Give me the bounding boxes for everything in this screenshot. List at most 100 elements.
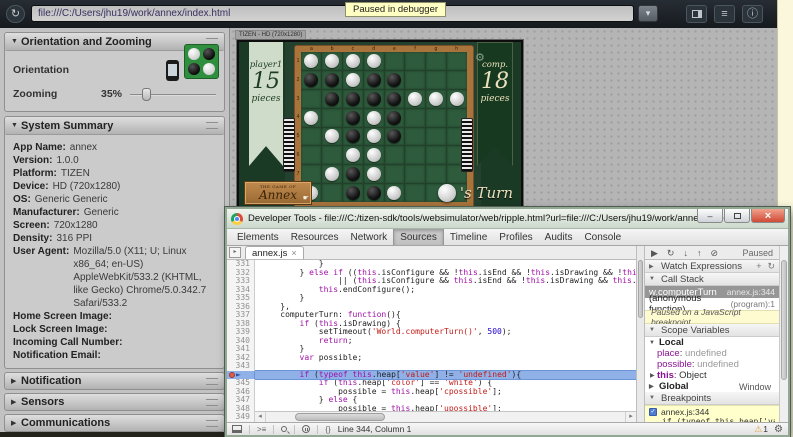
devtools-tab-network[interactable]: Network [345, 229, 394, 245]
devtools-tab-resources[interactable]: Resources [285, 229, 345, 245]
scope-variable[interactable]: ▶this: Object [645, 370, 779, 381]
devtools-tab-audits[interactable]: Audits [539, 229, 579, 245]
devtools-tab-profiles[interactable]: Profiles [493, 229, 538, 245]
board-cell-a3[interactable] [301, 90, 321, 108]
close-tab-icon[interactable]: × [291, 248, 296, 258]
sidebar-panel-communications[interactable]: ▶Communications [4, 414, 225, 432]
editor-panel-splitter[interactable] [636, 246, 645, 422]
board-cell-f2[interactable] [405, 71, 425, 89]
panel-scrollbar[interactable] [779, 246, 788, 422]
info-button[interactable]: ⓘ [742, 5, 763, 23]
board-cell-h1[interactable] [447, 52, 467, 70]
board-cell-d4[interactable] [364, 109, 384, 127]
board-cell-d8[interactable] [364, 184, 384, 202]
devtools-tab-timeline[interactable]: Timeline [444, 229, 493, 245]
board-cell-c4[interactable] [343, 109, 363, 127]
sidebar-panel-sensors[interactable]: ▶Sensors [4, 393, 225, 411]
board-cell-d6[interactable] [364, 146, 384, 164]
horizontal-scrollbar[interactable]: ◂ ▸ [255, 411, 636, 422]
splitter-thumb[interactable] [638, 260, 643, 318]
step-out-icon[interactable]: ↑ [697, 247, 702, 259]
scope-local-section[interactable]: ▼ Local [645, 337, 779, 348]
pause-on-exceptions-icon[interactable] [302, 425, 310, 433]
scope-variable[interactable]: possible: undefined [645, 359, 779, 370]
board-cell-b8[interactable] [322, 184, 342, 202]
board-cell-e2[interactable] [385, 71, 405, 89]
board-cell-b4[interactable] [322, 109, 342, 127]
error-warning-count[interactable]: ⚠ 1 [754, 424, 768, 435]
sidebar-panel-notification[interactable]: ▶Notification [4, 372, 225, 390]
board-cell-e1[interactable] [385, 52, 405, 70]
board-cell-a4[interactable] [301, 109, 321, 127]
board-cell-f6[interactable] [405, 146, 425, 164]
board-cell-f1[interactable] [405, 52, 425, 70]
board-cell-f8[interactable] [405, 184, 425, 202]
scroll-left-icon[interactable]: ◂ [255, 412, 266, 422]
board-cell-e3[interactable] [385, 90, 405, 108]
board-cell-c6[interactable] [343, 146, 363, 164]
board-cell-c1[interactable] [343, 52, 363, 70]
board-cell-e8[interactable] [385, 184, 405, 202]
board-cell-c7[interactable] [343, 165, 363, 183]
board-cell-e4[interactable] [385, 109, 405, 127]
resume-icon[interactable]: ▶ [651, 247, 658, 259]
add-watch-icon[interactable]: + [756, 261, 761, 272]
board-cell-a5[interactable] [301, 128, 321, 146]
scroll-right-icon[interactable]: ▸ [625, 412, 636, 422]
system-summary-header[interactable]: ▼ System Summary [5, 117, 224, 135]
reload-button[interactable]: ↻ [6, 5, 25, 23]
devtools-tab-elements[interactable]: Elements [231, 229, 285, 245]
deactivate-breakpoints-icon[interactable]: ⊘ [710, 247, 718, 259]
board-cell-a2[interactable] [301, 71, 321, 89]
breakpoint-entry[interactable]: ✓ annex.js:344 if (typeof this.heap['val… [645, 405, 779, 422]
board-cell-g5[interactable] [426, 128, 446, 146]
board-cell-g2[interactable] [426, 71, 446, 89]
board-cell-g3[interactable] [426, 90, 446, 108]
step-over-icon[interactable]: ↻ [667, 247, 675, 259]
board-cell-g4[interactable] [426, 109, 446, 127]
board-cell-d7[interactable] [364, 165, 384, 183]
board-cell-e5[interactable] [385, 128, 405, 146]
step-into-icon[interactable]: ↓ [683, 247, 688, 259]
close-button[interactable]: × [751, 209, 785, 223]
board-cell-d5[interactable] [364, 128, 384, 146]
board-cell-g7[interactable] [426, 165, 446, 183]
board-cell-h3[interactable] [447, 90, 467, 108]
zoom-slider[interactable] [130, 88, 216, 101]
board-cell-c2[interactable] [343, 71, 363, 89]
board-cell-g1[interactable] [426, 52, 446, 70]
refresh-watch-icon[interactable]: ↻ [767, 261, 775, 272]
line-number[interactable]: 349 [227, 413, 255, 422]
minimize-button[interactable]: – [697, 209, 723, 223]
board-cell-d2[interactable] [364, 71, 384, 89]
board-cell-d1[interactable] [364, 52, 384, 70]
file-tab-annexjs[interactable]: annex.js × [245, 246, 304, 259]
dock-side-icon[interactable] [232, 425, 242, 433]
scope-variables-header[interactable]: ▼ Scope Variables [645, 324, 779, 337]
board-cell-f3[interactable] [405, 90, 425, 108]
call-stack-header[interactable]: ▼ Call Stack [645, 273, 779, 286]
maximize-button[interactable] [724, 209, 750, 223]
breakpoints-header[interactable]: ▼ Breakpoints [645, 392, 779, 405]
game-settings-gear-icon[interactable]: ⚙ [475, 51, 485, 64]
scrollbar-thumb[interactable] [781, 260, 787, 380]
board-cell-c8[interactable] [343, 184, 363, 202]
board-cell-g6[interactable] [426, 146, 446, 164]
line-number[interactable]: 343 [227, 362, 255, 371]
scope-global-section[interactable]: ▶ Global Window [645, 381, 779, 392]
board-cell-b6[interactable] [322, 146, 342, 164]
scope-variable[interactable]: place: undefined [645, 348, 779, 359]
board-cell-d3[interactable] [364, 90, 384, 108]
devtools-tab-console[interactable]: Console [578, 229, 627, 245]
pretty-print-icon[interactable]: {} [325, 425, 330, 434]
settings-gear-icon[interactable]: ⚙ [774, 424, 783, 435]
board-cell-b5[interactable] [322, 128, 342, 146]
search-icon[interactable] [281, 426, 287, 432]
board-cell-b2[interactable] [322, 71, 342, 89]
slider-thumb[interactable] [142, 88, 151, 101]
board-cell-h2[interactable] [447, 71, 467, 89]
board-cell-f7[interactable] [405, 165, 425, 183]
devtools-tab-sources[interactable]: Sources [393, 229, 444, 245]
board-cell-b3[interactable] [322, 90, 342, 108]
board-cell-e6[interactable] [385, 146, 405, 164]
